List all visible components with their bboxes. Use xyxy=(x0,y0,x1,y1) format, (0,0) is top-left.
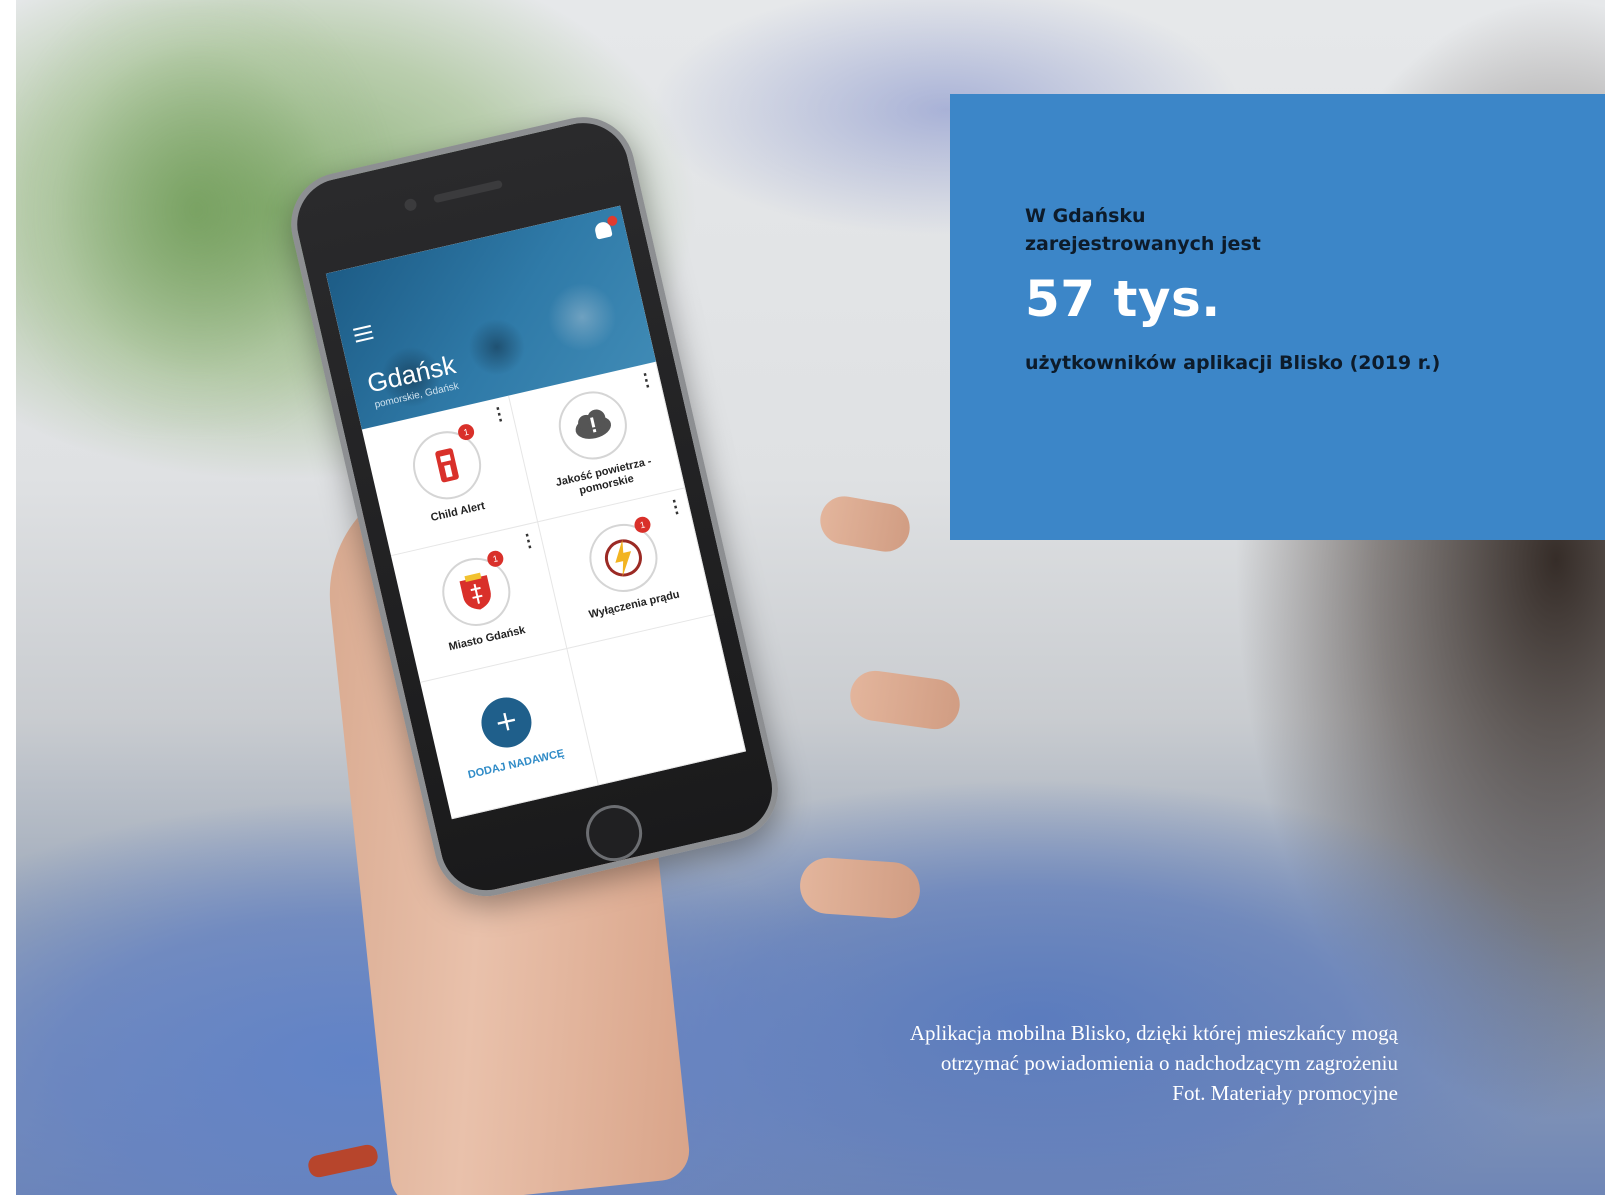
more-vert-icon[interactable]: · · · xyxy=(641,367,652,395)
tile-label: Miasto Gdańsk xyxy=(447,624,527,654)
lightning-icon: 1 xyxy=(582,515,665,599)
photo-caption: Aplikacja mobilna Blisko, dzięki której … xyxy=(758,1018,1398,1108)
speaker xyxy=(433,179,504,204)
cloud-alert-icon xyxy=(551,384,634,466)
home-button[interactable] xyxy=(580,799,648,867)
more-vert-icon[interactable]: · · · xyxy=(494,401,505,429)
statistic-intro: W Gdańsku zarejestrowanych jest xyxy=(1025,202,1385,258)
caption-credit: Fot. Materiały promocyjne xyxy=(1172,1081,1398,1105)
sender-tiles: · · · 1 Child Alert · · · Jakość powietrza -… xyxy=(361,361,747,820)
camera-icon xyxy=(403,197,418,212)
statistic-value: 57 tys. xyxy=(1025,270,1221,328)
finger-3 xyxy=(798,855,922,921)
caption-line1: Aplikacja mobilna Blisko, dzięki której … xyxy=(909,1021,1398,1045)
add-sender-button[interactable]: + xyxy=(476,692,537,752)
notification-badge: 1 xyxy=(456,422,476,442)
child-alert-icon: 1 xyxy=(406,422,488,507)
statistic-intro-line2: zarejestrowanych jest xyxy=(1025,233,1261,255)
tile-label: Child Alert xyxy=(429,499,487,525)
more-vert-icon[interactable]: · · · xyxy=(670,494,681,522)
caption-line2: otrzymać powiadomienia o nadchodzącym za… xyxy=(940,1051,1398,1075)
statistic-description: użytkowników aplikacji Blisko (2019 r.) xyxy=(1025,352,1441,374)
statistic-box: W Gdańsku zarejestrowanych jest 57 tys. … xyxy=(950,94,1605,540)
blurred-jeans xyxy=(16,700,1605,1195)
tile-label: Wyłączenia prądu xyxy=(587,588,681,622)
notification-badge: 1 xyxy=(485,549,505,569)
statistic-intro-line1: W Gdańsku xyxy=(1025,205,1146,227)
add-sender-label[interactable]: DODAJ NADAWCĘ xyxy=(467,747,566,781)
gdansk-coat-of-arms-icon: 1 xyxy=(435,549,518,633)
more-vert-icon[interactable]: · · · xyxy=(523,528,534,556)
